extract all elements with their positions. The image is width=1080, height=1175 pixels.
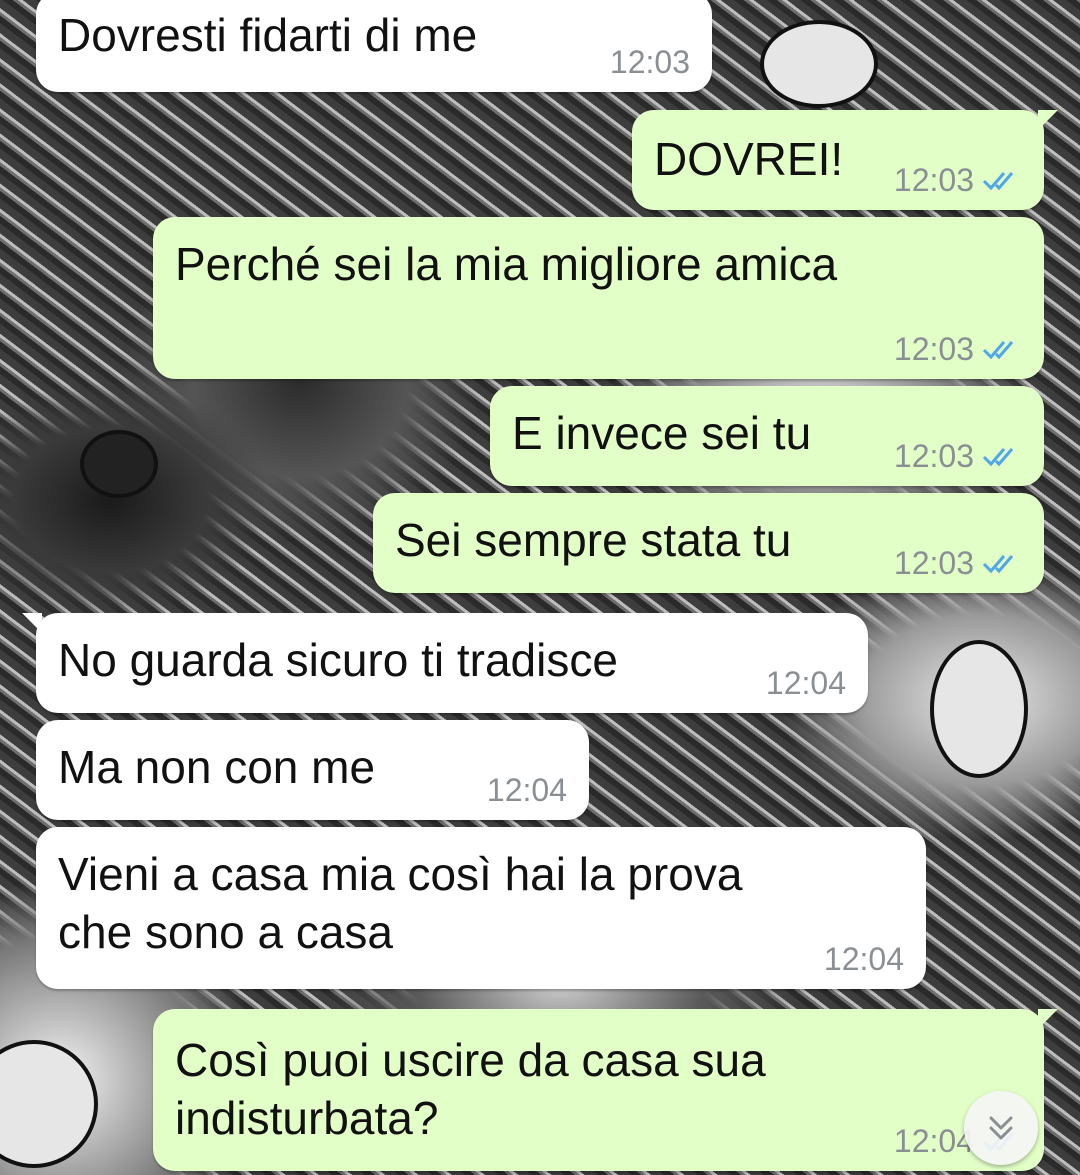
outgoing-message[interactable]: DOVREI! 12:03 bbox=[632, 110, 1058, 210]
outgoing-message[interactable]: Sei sempre stata tu 12:03 bbox=[373, 493, 1044, 593]
message-time: 12:04 bbox=[486, 772, 567, 808]
message-meta: 12:03 bbox=[894, 547, 1022, 579]
wallpaper-doodle bbox=[930, 640, 1028, 778]
message-meta: 12:03 bbox=[894, 440, 1022, 472]
outgoing-message[interactable]: E invece sei tu 12:03 bbox=[490, 386, 1044, 486]
message-meta: 12:04 bbox=[766, 667, 846, 699]
message-time: 12:03 bbox=[893, 162, 974, 198]
incoming-message[interactable]: No guarda sicuro ti tradisce 12:04 bbox=[22, 613, 868, 713]
bubble-tail bbox=[1038, 1009, 1058, 1029]
chevron-double-down-icon bbox=[989, 1116, 1013, 1140]
double-check-icon bbox=[982, 448, 1014, 467]
message-time: 12:03 bbox=[609, 44, 690, 80]
wallpaper-doodle bbox=[0, 1040, 98, 1168]
message-text: Vieni a casa mia così hai la prova che s… bbox=[58, 848, 743, 958]
bubble-tail bbox=[22, 613, 42, 633]
message-text: No guarda sicuro ti tradisce bbox=[58, 634, 618, 686]
wallpaper-doodle bbox=[760, 20, 878, 108]
message-text: Sei sempre stata tu bbox=[395, 514, 792, 566]
message-meta: 12:03 bbox=[610, 46, 690, 78]
double-check-icon bbox=[982, 555, 1014, 574]
bubble-tail bbox=[1038, 110, 1058, 130]
message-text: Ma non con me bbox=[58, 741, 376, 793]
message-text: E invece sei tu bbox=[512, 407, 812, 459]
message-time: 12:04 bbox=[765, 665, 846, 701]
message-text: Così puoi uscire da casa sua indisturbat… bbox=[175, 1034, 766, 1144]
message-text: DOVREI! bbox=[654, 133, 844, 185]
scroll-to-bottom-button[interactable] bbox=[964, 1091, 1038, 1165]
message-text: Dovresti fidarti di me bbox=[58, 9, 478, 61]
message-meta: 12:03 bbox=[894, 333, 1022, 365]
outgoing-message[interactable]: Perché sei la mia migliore amica 12:03 bbox=[153, 217, 1044, 379]
message-meta: 12:03 bbox=[894, 164, 1022, 196]
message-time: 12:03 bbox=[893, 438, 974, 474]
message-time: 12:04 bbox=[893, 1123, 974, 1159]
incoming-message[interactable]: Vieni a casa mia così hai la prova che s… bbox=[36, 827, 926, 989]
double-check-icon bbox=[982, 341, 1014, 360]
message-time: 12:03 bbox=[893, 545, 974, 581]
double-check-icon bbox=[982, 172, 1014, 191]
wallpaper-doodle bbox=[80, 430, 158, 498]
incoming-message[interactable]: Ma non con me 12:04 bbox=[36, 720, 589, 820]
outgoing-message[interactable]: Così puoi uscire da casa sua indisturbat… bbox=[153, 1009, 1058, 1171]
message-meta: 12:04 bbox=[487, 774, 567, 806]
message-time: 12:04 bbox=[823, 941, 904, 977]
message-time: 12:03 bbox=[893, 331, 974, 367]
message-text: Perché sei la mia migliore amica bbox=[175, 238, 838, 290]
message-meta: 12:04 bbox=[824, 943, 904, 975]
incoming-message[interactable]: Dovresti fidarti di me 12:03 bbox=[36, 0, 712, 92]
